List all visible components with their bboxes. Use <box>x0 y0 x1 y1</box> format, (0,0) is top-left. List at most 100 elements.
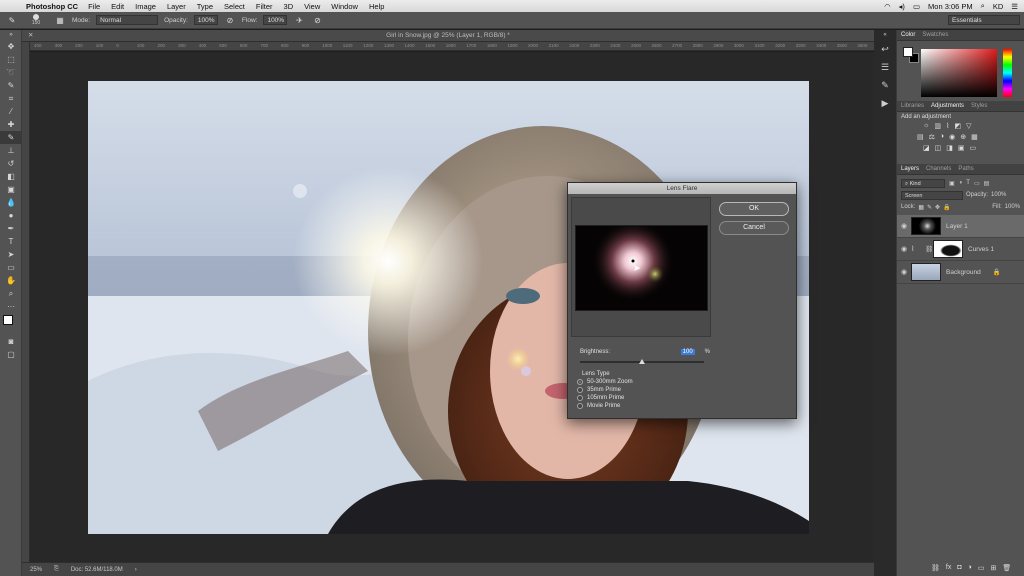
radio-icon[interactable] <box>577 403 583 409</box>
brush-panel-icon[interactable]: ✎ <box>874 76 896 94</box>
menu-image[interactable]: Image <box>135 2 156 11</box>
wifi-icon[interactable]: ◠ <box>884 2 891 11</box>
vibrance-icon[interactable]: ▽ <box>966 122 971 130</box>
filter-shape-icon[interactable]: ▭ <box>974 180 980 187</box>
brush-tool-icon[interactable]: ✎ <box>0 131 22 144</box>
crop-tool-icon[interactable]: ⌗ <box>0 92 22 105</box>
actions-panel-icon[interactable]: ▶ <box>874 94 896 112</box>
ok-button[interactable]: OK <box>719 202 789 216</box>
eyedropper-tool-icon[interactable]: ⁄ <box>0 105 22 118</box>
shape-tool-icon[interactable]: ▭ <box>0 261 22 274</box>
menubar-user[interactable]: KD <box>993 2 1003 11</box>
levels-icon[interactable]: ▥ <box>934 122 941 130</box>
lens-type-option[interactable]: 35mm Prime <box>587 387 621 393</box>
history-panel-icon[interactable]: ↩ <box>874 40 896 58</box>
selective-color-icon[interactable]: ▣ <box>958 144 965 152</box>
lock-all-icon[interactable]: 🔒 <box>943 204 950 211</box>
pressure-opacity-icon[interactable]: ⊘ <box>224 14 236 26</box>
brush-panel-toggle-icon[interactable]: ▦ <box>54 14 66 26</box>
menu-layer[interactable]: Layer <box>167 2 186 11</box>
zoom-level[interactable]: 25% <box>30 567 42 573</box>
color-lookup-icon[interactable]: ▦ <box>971 133 978 141</box>
lens-type-option[interactable]: 50-300mm Zoom <box>587 379 633 385</box>
brightness-input[interactable]: 100 <box>680 349 695 355</box>
cancel-button[interactable]: Cancel <box>719 221 789 235</box>
lens-type-105mm[interactable]: 105mm Prime <box>577 395 624 401</box>
menu-file[interactable]: File <box>88 2 100 11</box>
brightness-slider-thumb[interactable] <box>639 359 645 364</box>
pen-tool-icon[interactable]: ✒ <box>0 222 22 235</box>
quick-select-tool-icon[interactable]: ✎ <box>0 79 22 92</box>
color-balance-icon[interactable]: ⚖ <box>929 133 935 141</box>
dialog-title[interactable]: Lens Flare <box>568 183 796 194</box>
fill-value[interactable]: 100% <box>1005 204 1020 210</box>
invert-icon[interactable]: ◪ <box>923 144 930 152</box>
document-size[interactable]: Doc: 52.6M/118.0M <box>71 567 123 573</box>
hue-saturation-icon[interactable]: ▤ <box>917 133 924 141</box>
blend-mode-dropdown[interactable]: Screen <box>901 190 963 200</box>
new-group-icon[interactable]: ▭ <box>978 564 985 572</box>
radio-icon[interactable] <box>577 387 583 393</box>
brightness-contrast-icon[interactable]: ☼ <box>923 122 929 130</box>
battery-icon[interactable]: ▭ <box>913 2 920 11</box>
menu-select[interactable]: Select <box>224 2 245 11</box>
dock-collapse-icon[interactable]: « <box>874 30 896 40</box>
lens-type-option[interactable]: 105mm Prime <box>587 395 624 401</box>
foreground-color-swatch[interactable] <box>3 315 13 325</box>
layer-style-icon[interactable]: fx <box>946 564 951 572</box>
delete-layer-icon[interactable]: 🗑 <box>1002 564 1011 572</box>
photo-filter-icon[interactable]: ◉ <box>949 133 955 141</box>
tab-styles[interactable]: Styles <box>971 103 987 109</box>
lasso-tool-icon[interactable]: ➰ <box>0 66 22 79</box>
link-layers-icon[interactable]: ⛓ <box>931 564 940 572</box>
path-select-tool-icon[interactable]: ➤ <box>0 248 22 261</box>
flare-center-crosshair-icon[interactable]: ➤ <box>633 264 641 273</box>
filter-adjustment-icon[interactable]: ◑ <box>959 180 963 186</box>
menu-window[interactable]: Window <box>331 2 358 11</box>
layer-name[interactable]: Background <box>946 269 981 276</box>
lens-type-movie[interactable]: Movie Prime <box>577 403 620 409</box>
eraser-tool-icon[interactable]: ◧ <box>0 170 22 183</box>
search-icon[interactable]: ⌕ <box>981 1 985 11</box>
mode-dropdown[interactable]: Normal <box>96 15 159 25</box>
airbrush-icon[interactable]: ✈ <box>293 14 305 26</box>
flow-field[interactable]: 100% <box>263 15 288 25</box>
status-menu-arrow-icon[interactable]: › <box>135 567 137 573</box>
tab-color[interactable]: Color <box>901 32 915 38</box>
threshold-icon[interactable]: ◨ <box>946 144 953 152</box>
menu-help[interactable]: Help <box>369 2 384 11</box>
move-tool-icon[interactable]: ✥ <box>0 40 22 53</box>
export-icon[interactable]: ⎘ <box>54 566 59 573</box>
color-field[interactable] <box>921 49 997 97</box>
tab-paths[interactable]: Paths <box>958 166 973 172</box>
radio-selected-icon[interactable] <box>577 379 583 385</box>
properties-panel-icon[interactable]: ☰ <box>874 58 896 76</box>
brightness-slider[interactable] <box>580 359 704 364</box>
type-tool-icon[interactable]: T <box>0 235 22 248</box>
tab-libraries[interactable]: Libraries <box>901 103 924 109</box>
radio-icon[interactable] <box>577 395 583 401</box>
layer-opacity-value[interactable]: 100% <box>991 192 1006 198</box>
foreground-color-chip[interactable] <box>903 47 913 57</box>
quick-mask-icon[interactable]: ◙ <box>0 335 22 348</box>
layer-row-layer-1[interactable]: ◉ Layer 1 <box>897 215 1024 238</box>
layer-name[interactable]: Layer 1 <box>946 223 968 230</box>
lens-type-35mm[interactable]: 35mm Prime <box>577 387 621 393</box>
lock-image-icon[interactable]: ✎ <box>927 204 932 211</box>
channel-mixer-icon[interactable]: ⊕ <box>960 133 966 141</box>
filter-type-icon[interactable]: T <box>966 180 970 186</box>
opacity-field[interactable]: 100% <box>193 15 218 25</box>
workspace-switcher[interactable]: Essentials <box>948 15 1020 25</box>
pressure-size-icon[interactable]: ⊘ <box>311 14 323 26</box>
exposure-icon[interactable]: ◩ <box>954 122 961 130</box>
visibility-eye-icon[interactable]: ◉ <box>897 268 911 276</box>
lock-transparent-icon[interactable]: ▦ <box>918 204 924 211</box>
new-adjustment-icon[interactable]: ◑ <box>968 564 972 572</box>
toolbar-collapse-icon[interactable]: » <box>0 30 22 40</box>
tab-channels[interactable]: Channels <box>926 166 951 172</box>
filter-smart-icon[interactable]: ▤ <box>984 180 990 187</box>
foreground-background-colors[interactable] <box>0 313 22 335</box>
mask-link-icon[interactable]: ⛓ <box>925 245 933 253</box>
zoom-tool-icon[interactable]: ⌕ <box>0 287 22 300</box>
brush-size-picker[interactable]: 150 <box>24 14 48 26</box>
